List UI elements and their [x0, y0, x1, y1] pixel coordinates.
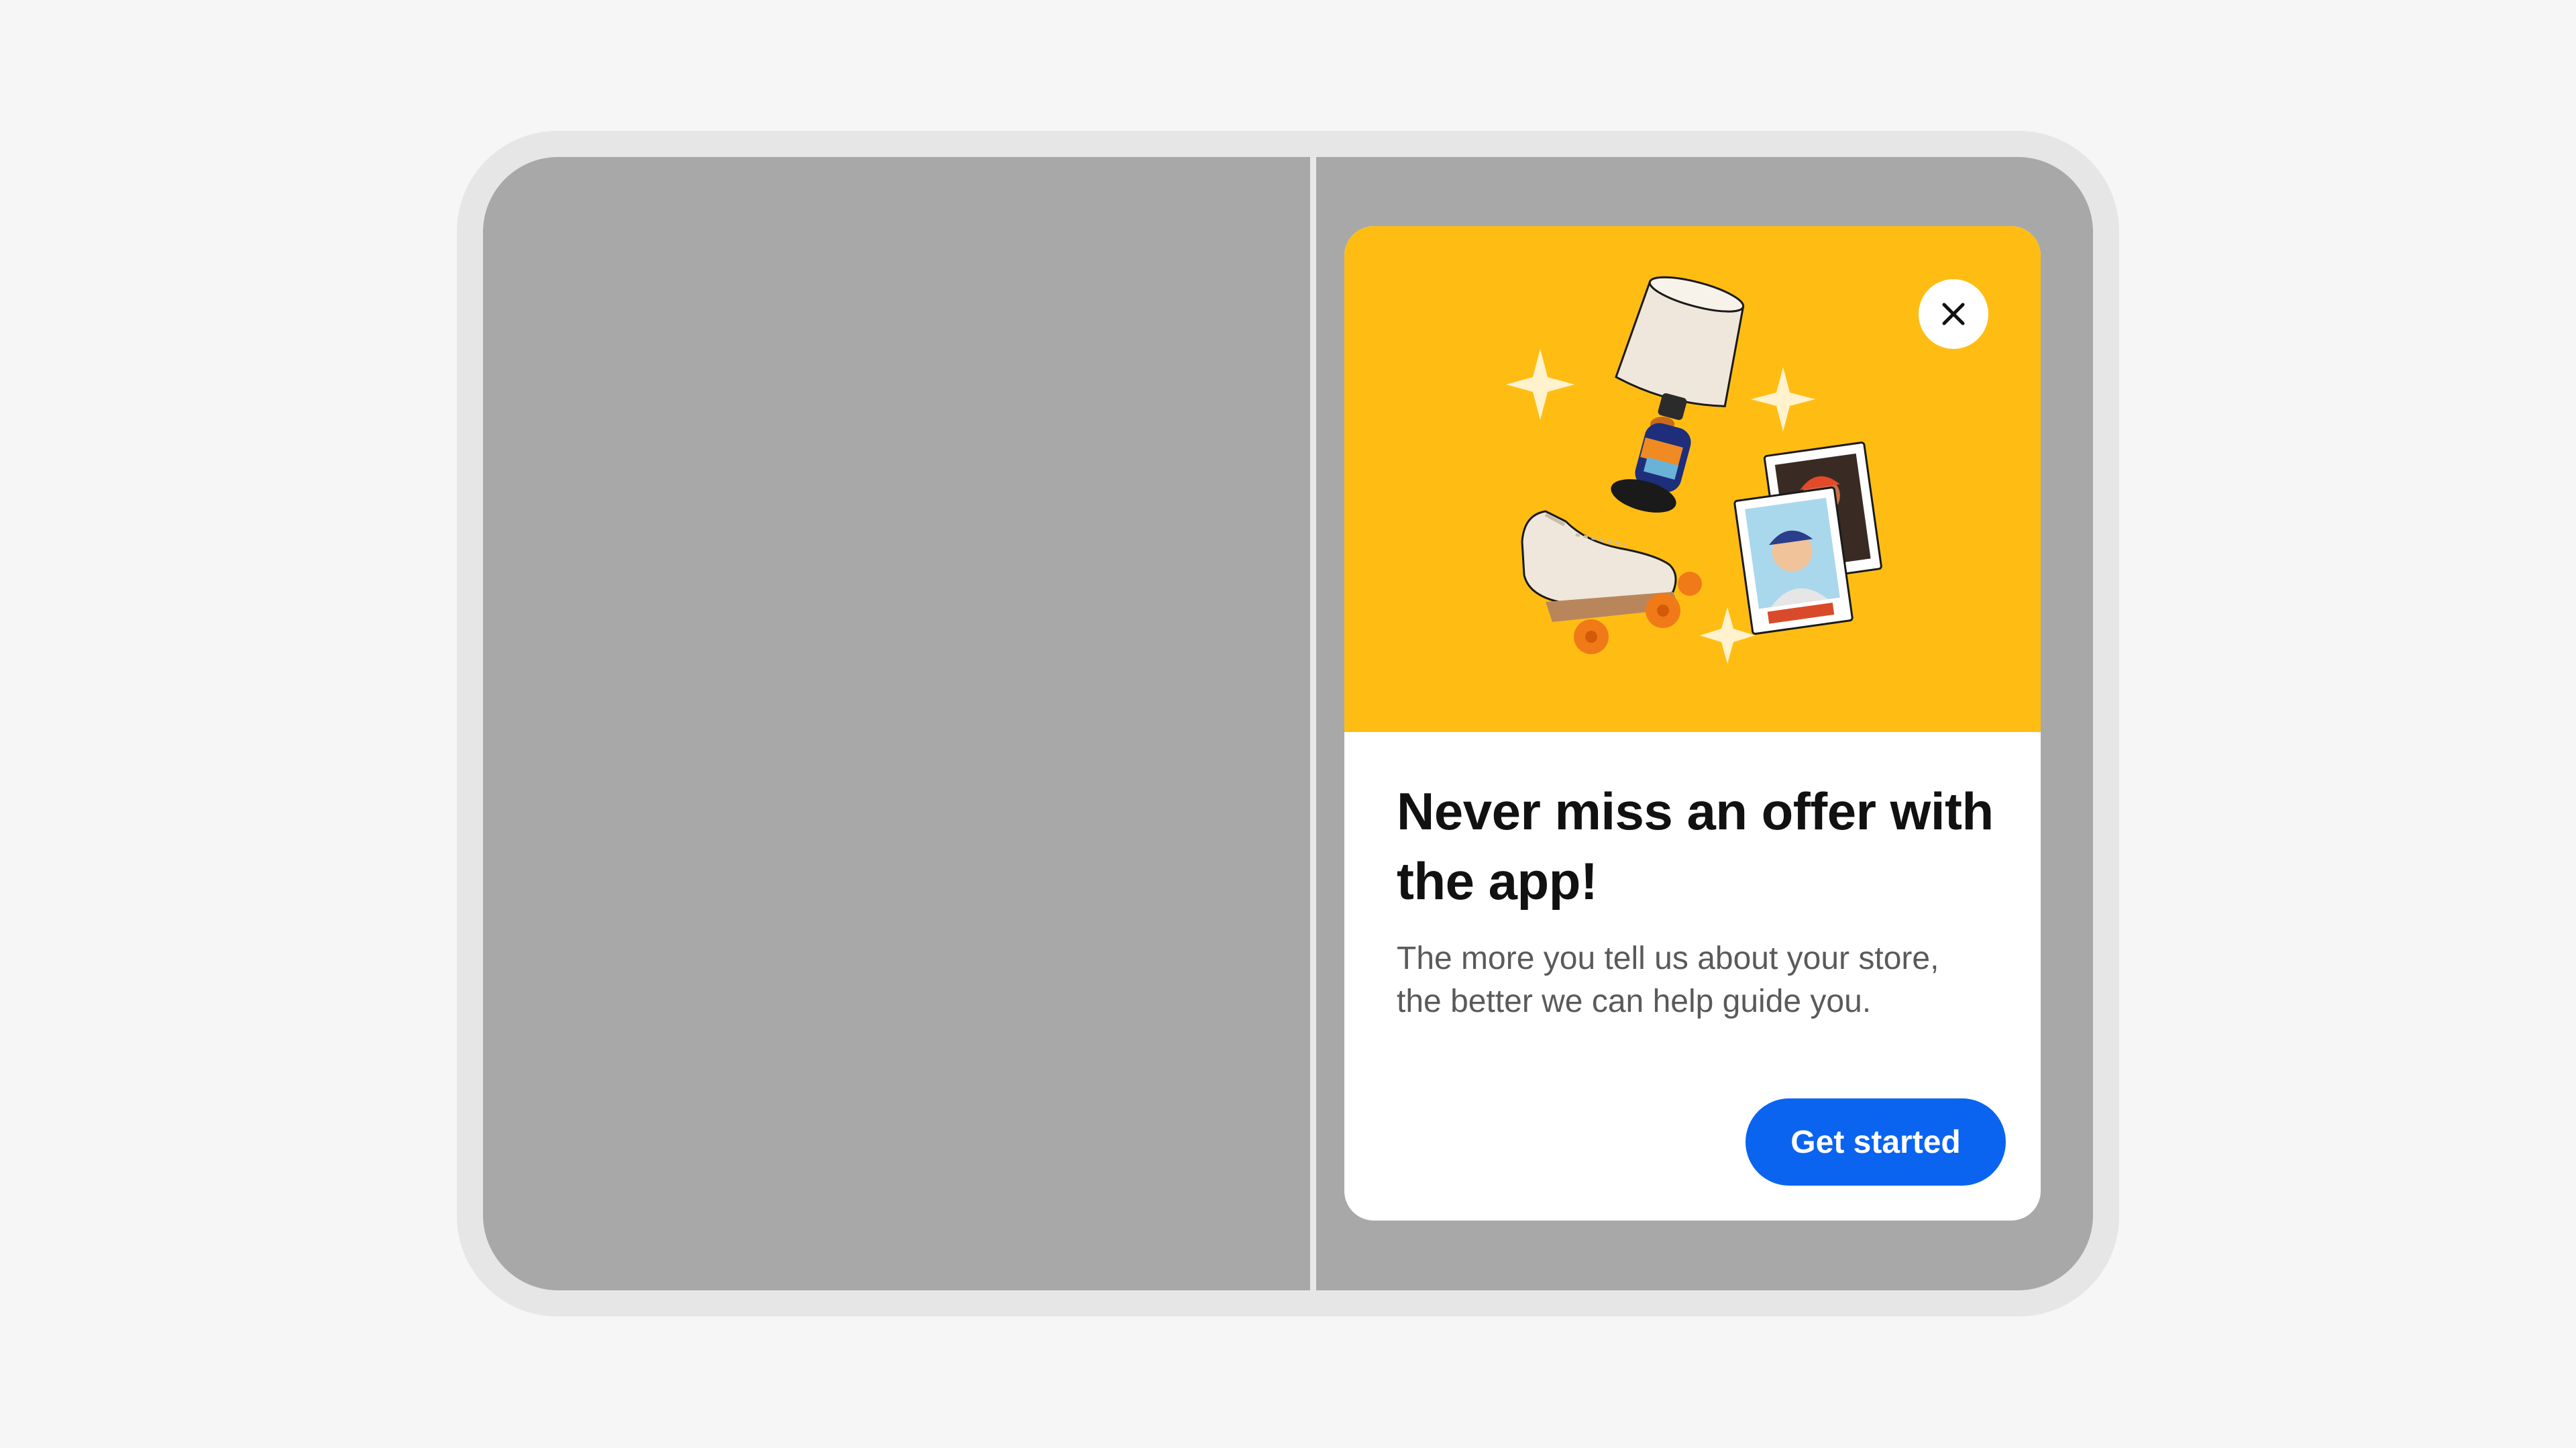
roller-skate-illustration	[1521, 510, 1702, 654]
dialog-content: Never miss an offer with the app! The mo…	[1397, 776, 2000, 1023]
hero-illustration	[1344, 226, 2041, 732]
get-started-button[interactable]: Get started	[1746, 1098, 2006, 1186]
dialog-body: The more you tell us about your store, t…	[1397, 941, 1939, 1019]
close-icon	[1942, 303, 1965, 325]
trading-cards-illustration	[1733, 442, 1882, 635]
app-promo-dialog: Never miss an offer with the app! The mo…	[1344, 226, 2041, 1221]
dialog-title: Never miss an offer with the app!	[1397, 782, 1994, 911]
left-pane	[483, 157, 1310, 1290]
lamp-illustration	[1611, 276, 1745, 513]
close-button[interactable]	[1919, 279, 1988, 349]
fold-hinge	[1310, 157, 1316, 1290]
